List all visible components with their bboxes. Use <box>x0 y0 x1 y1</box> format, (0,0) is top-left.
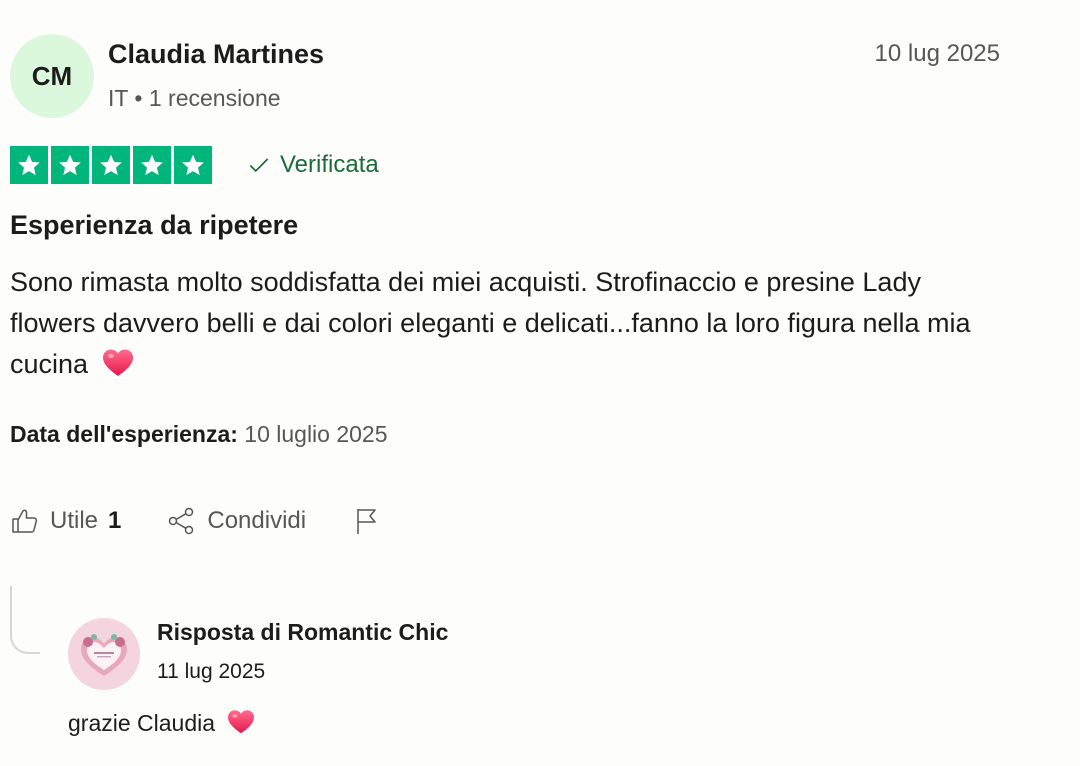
flag-icon <box>357 509 376 534</box>
star-icon <box>92 146 130 184</box>
heart-icon <box>102 349 133 376</box>
reviewer-meta: IT • 1 recensione <box>108 85 281 111</box>
reply-author: Risposta di Romantic Chic <box>157 619 449 645</box>
review-date: 10 lug 2025 <box>874 40 1000 67</box>
experience-date: Data dell'esperienza: 10 luglio 2025 <box>10 421 388 448</box>
verified-label: Verificata <box>280 151 379 178</box>
star-rating <box>10 146 212 184</box>
share-label: Condividi <box>207 507 307 534</box>
reply-date: 11 lug 2025 <box>157 660 266 683</box>
useful-button[interactable]: Utile 1 <box>10 506 121 536</box>
company-avatar <box>68 618 140 690</box>
verified-badge[interactable]: Verificata <box>246 151 379 179</box>
reviewer-name[interactable]: Claudia Martines <box>108 39 324 70</box>
share-button[interactable]: Condividi <box>167 506 306 536</box>
experience-date-value: 10 luglio 2025 <box>244 421 388 447</box>
experience-date-label: Data dell'esperienza: <box>10 421 238 447</box>
heart-icon <box>228 710 255 734</box>
report-button[interactable] <box>352 506 382 536</box>
avatar[interactable]: CM <box>10 34 94 118</box>
review-title: Esperienza da ripetere <box>10 210 299 240</box>
useful-label: Utile <box>50 507 99 534</box>
check-icon <box>249 158 269 173</box>
star-icon <box>51 146 89 184</box>
review-text: Sono rimasta molto soddisfatta dei miei … <box>10 267 971 379</box>
star-icon <box>174 146 212 184</box>
star-icon <box>10 146 48 184</box>
avatar-initials: CM <box>31 60 73 91</box>
review-card: CM Claudia Martines IT • 1 recensione 10… <box>0 0 1080 766</box>
review-body: Sono rimasta molto soddisfatta dei miei … <box>10 262 1010 385</box>
company-logo <box>68 618 140 690</box>
share-icon <box>169 507 194 535</box>
useful-count: 1 <box>108 507 122 534</box>
reply-body: grazie Claudia <box>68 709 255 737</box>
reply-text: grazie Claudia <box>68 710 216 736</box>
star-icon <box>133 146 171 184</box>
review-actions: Utile 1 Condividi <box>10 506 382 536</box>
reply-connector <box>10 586 40 654</box>
thumbs-up-icon <box>12 509 38 533</box>
